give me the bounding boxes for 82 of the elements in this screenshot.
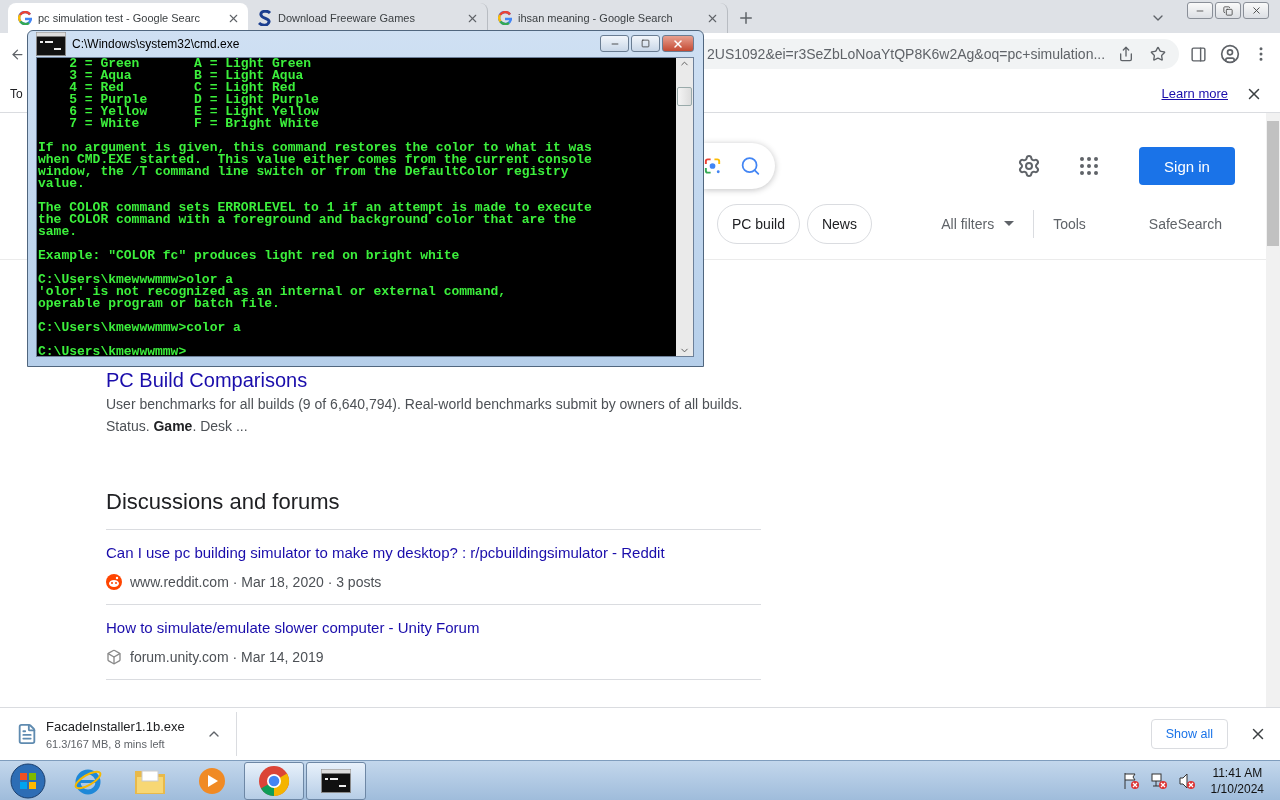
taskbar-app[interactable] — [306, 761, 366, 800]
console-line: 3 = Aqua B = Light Aqua — [68, 70, 304, 82]
close-button[interactable] — [1243, 2, 1269, 19]
console-line: window, the /T command line switch or from the DefaultColor registry — [38, 166, 569, 178]
forum-result-link[interactable]: Can I use pc building simulator to make my desktop? : r/pcbuildingsimulator - Reddit — [106, 542, 665, 564]
result-snippet: User benchmarks for all builds (9 of 6,640,794). Real-world benchmarks submit by owners of all builds. Status. Game. Desk ... — [106, 395, 744, 436]
scroll-thumb[interactable] — [677, 87, 692, 106]
filter-chip[interactable]: PC build — [717, 204, 800, 244]
section-heading: Discussions and forums — [106, 488, 340, 516]
search-icon[interactable] — [740, 155, 761, 177]
share-icon[interactable] — [1118, 46, 1135, 62]
minimize-button[interactable] — [600, 35, 629, 52]
source-text: forum.unity.com · Mar 14, 2019 — [130, 648, 324, 667]
apps-grid-icon[interactable] — [1077, 154, 1101, 178]
close-button[interactable] — [662, 35, 694, 52]
terminal-icon — [36, 32, 66, 56]
banner-text: To — [10, 86, 23, 101]
console-line: 4 = Red C = Light Red — [68, 82, 296, 94]
side-panel-icon[interactable] — [1190, 45, 1208, 63]
learn-more-link[interactable]: Learn more — [1161, 86, 1228, 101]
bookmark-star-icon[interactable] — [1150, 46, 1167, 62]
result-title-link[interactable]: PC Build Comparisons — [106, 367, 308, 393]
window-title: C:\Windows\system32\cmd.exe — [72, 37, 240, 51]
new-tab-icon[interactable] — [737, 9, 755, 27]
terminal-icon — [321, 768, 351, 793]
clock[interactable]: 11:41 AM 1/10/2024 — [1210, 764, 1264, 797]
console-line: the COLOR command with a foreground and background color that are the — [38, 214, 577, 226]
restore-button[interactable] — [1215, 2, 1241, 19]
restore-icon — [1223, 5, 1233, 16]
safesearch-button[interactable]: SafeSearch — [1142, 216, 1228, 232]
console-line: If no argument is given, this command restores the color to what it was — [38, 142, 592, 154]
console-line: Example: "COLOR fc" produces light red on bright white — [38, 250, 460, 262]
close-icon — [1250, 5, 1262, 16]
console-line: 5 = Purple D = Light Purple — [68, 94, 319, 106]
chrome-icon — [258, 764, 290, 797]
profile-icon[interactable] — [1219, 44, 1240, 64]
minimize-button[interactable] — [1187, 2, 1213, 19]
console-line: operable program or batch file. — [38, 298, 280, 310]
caret-icon — [1004, 221, 1015, 227]
swoosh-icon — [258, 10, 272, 26]
source-text: www.reddit.com · Mar 18, 2020 · 3 posts — [130, 573, 382, 592]
camera-lens-icon[interactable] — [703, 156, 723, 176]
sign-in-button[interactable]: Sign in — [1139, 147, 1235, 185]
console-line: 7 = White F = Bright White — [68, 118, 319, 130]
media-player-icon — [198, 766, 226, 795]
download-status: 61.3/167 MB, 8 mins left — [46, 737, 166, 750]
console-line: C:\Users\kmewwwmmw>olor a — [38, 274, 234, 286]
start-orb-icon — [10, 762, 46, 799]
settings-icon[interactable] — [1017, 154, 1041, 178]
console-line: value. — [38, 178, 85, 190]
filter-chip[interactable]: News — [806, 204, 872, 244]
url-text: 2US1092&ei=r3SeZbLoNoaYtQP8K6w2Ag&oq=pc+simulation... — [707, 46, 1106, 62]
file-icon — [16, 723, 38, 745]
console-line: The COLOR command sets ERRORLEVEL to 1 if an attempt is made to execute — [38, 202, 592, 214]
console-line: same. — [38, 226, 77, 238]
reddit-alien-icon — [106, 574, 122, 590]
console-line: C:\Users\kmewwwmmw> — [38, 346, 187, 356]
clock-time: 11:41 AM — [1212, 764, 1263, 781]
tools-button[interactable]: Tools — [1047, 216, 1092, 232]
browser-tab[interactable]: pc simulation test - Google Searc — [8, 3, 248, 33]
all-filters-button[interactable]: All filters — [935, 216, 1021, 232]
flag-alert-icon[interactable] — [1121, 771, 1140, 790]
forum-result-link[interactable]: How to simulate/emulate slower computer - Unity Forum — [106, 617, 480, 639]
console-scrollbar[interactable] — [676, 58, 693, 356]
maximize-button[interactable] — [631, 35, 660, 52]
console-line: 2 = Green A = Light Green — [68, 58, 312, 70]
g-logo-icon — [18, 11, 32, 25]
close-icon — [672, 37, 684, 50]
show-all-button[interactable]: Show all — [1150, 719, 1228, 749]
console-line: when CMD.EXE started. This value either comes from the current console — [38, 154, 592, 166]
g-logo-icon — [498, 11, 512, 25]
clock-date: 1/10/2024 — [1210, 780, 1264, 797]
download-filename: FacadeInstaller1.1b.exe — [46, 718, 186, 734]
console-line: 'olor' is not recognized as an internal or external command, — [38, 286, 507, 298]
console-line: C:\Users\kmewwwmmw>color a — [38, 322, 241, 334]
scrollbar[interactable] — [1266, 113, 1280, 707]
address-bar[interactable]: 2US1092&ei=r3SeZbLoNoaYtQP8K6w2Ag&oq=pc+simulation... — [703, 39, 1180, 69]
square-icon — [641, 39, 650, 48]
network-alert-icon[interactable] — [1149, 771, 1168, 790]
cube-icon — [106, 649, 122, 665]
speaker-muted-icon[interactable] — [1177, 771, 1196, 790]
console-line: 6 = Yellow E = Light Yellow — [68, 106, 319, 118]
